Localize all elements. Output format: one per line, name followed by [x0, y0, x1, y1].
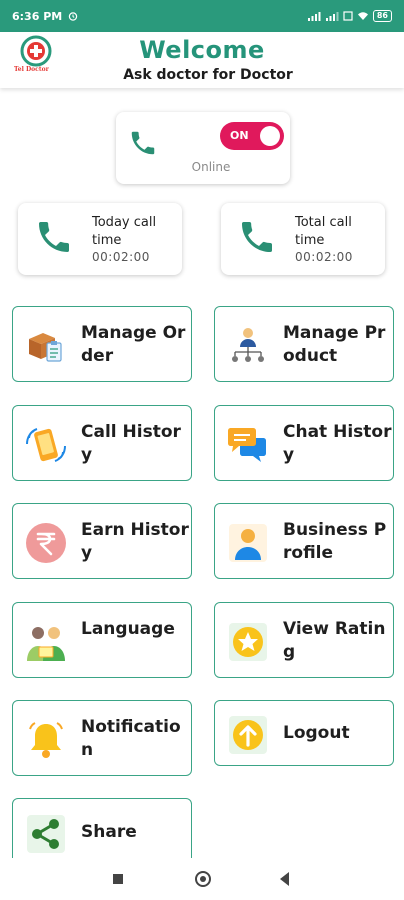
profile-user-icon: [229, 524, 267, 562]
page-title: Welcome: [139, 36, 265, 64]
back-icon[interactable]: [280, 872, 289, 886]
status-bar: 6:36 PM 86: [0, 0, 404, 32]
chat-bubbles-icon: [228, 428, 266, 462]
manage-product-button[interactable]: Manage Product: [214, 306, 394, 382]
earn-history-button[interactable]: Earn History: [12, 503, 192, 579]
manage-product-label: Manage Product: [283, 323, 386, 366]
alarm-icon: [69, 12, 78, 21]
total-call-time-label: Total call time: [295, 215, 352, 248]
wifi-icon: [357, 12, 368, 20]
org-chart-icon: [232, 328, 264, 362]
business-profile-label: Business Profile: [283, 520, 387, 563]
phone-icon: [131, 131, 155, 155]
total-call-time-card: Total call time 00:02:00: [221, 203, 385, 275]
chat-history-label: Chat History: [283, 422, 392, 465]
star-badge-icon: [229, 623, 267, 661]
language-button[interactable]: Language: [12, 602, 192, 678]
toggle-knob: [260, 126, 280, 146]
toggle-label: ON: [230, 129, 249, 142]
logout-label: Logout: [283, 723, 350, 743]
logout-arrow-icon: [229, 716, 267, 754]
phone-icon: [39, 222, 69, 252]
box-clipboard-icon: [29, 333, 62, 362]
online-toggle[interactable]: ON: [220, 122, 284, 150]
call-history-label: Call History: [81, 422, 181, 465]
phone-icon: [242, 222, 272, 252]
view-rating-label: View Rating: [283, 619, 386, 662]
app-header: Tel Doctor Welcome Ask doctor for Doctor: [0, 32, 404, 88]
call-history-button[interactable]: Call History: [12, 405, 192, 481]
today-call-time-value: 00:02:00: [92, 250, 150, 264]
rupee-icon: [26, 523, 66, 563]
online-status-text: Online: [191, 160, 231, 174]
view-rating-button[interactable]: View Rating: [214, 602, 394, 678]
status-time: 6:36 PM: [12, 9, 63, 23]
today-call-time-card: Today call time 00:02:00: [18, 203, 182, 275]
chat-history-button[interactable]: Chat History: [214, 405, 394, 481]
logout-button[interactable]: Logout: [214, 700, 394, 766]
manage-order-label: Manage Order: [81, 323, 186, 366]
online-status-card: ON Online: [116, 112, 290, 184]
recents-icon[interactable]: [113, 874, 123, 884]
notification-label: Notification: [81, 717, 181, 760]
system-nav-bar: [0, 858, 404, 900]
home-icon[interactable]: [195, 871, 211, 887]
manage-order-button[interactable]: Manage Order: [12, 306, 192, 382]
earn-history-label: Earn History: [81, 520, 189, 563]
signal-icon: [307, 12, 321, 21]
phone-ringing-icon: [26, 428, 66, 462]
total-call-time-value: 00:02:00: [295, 250, 353, 264]
business-profile-button[interactable]: Business Profile: [214, 503, 394, 579]
bell-icon: [29, 722, 63, 758]
language-label: Language: [81, 619, 175, 639]
page-subtitle: Ask doctor for Doctor: [123, 67, 293, 83]
today-call-time-label: Today call time: [92, 215, 157, 248]
sim-icon: [343, 11, 353, 21]
share-label: Share: [81, 822, 137, 842]
battery-icon: 86: [372, 10, 392, 22]
notification-button[interactable]: Notification: [12, 700, 192, 776]
people-language-icon: [27, 627, 65, 661]
signal-icon: [325, 12, 339, 21]
share-icon: [27, 815, 65, 853]
